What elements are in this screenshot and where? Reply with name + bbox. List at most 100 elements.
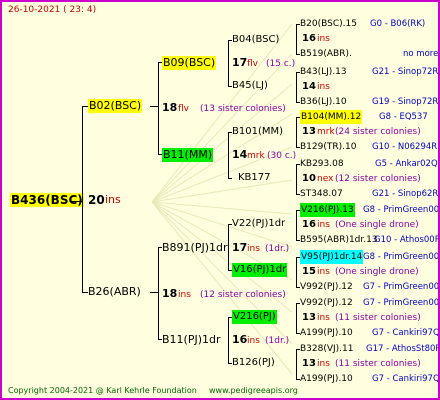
gen1-insemination: ins [178,290,191,300]
gen2-colony-id[interactable]: B09(BSC) [162,56,217,70]
gen4-generation: 13 [302,358,316,369]
gen4-generation: 13 [302,312,316,323]
gen4-sire-lineage: G7 - PrimGreen00 [363,298,440,308]
gen4-sire-id[interactable]: B20(BSC).15 [300,17,357,31]
gen2-insemination: flv [247,59,258,69]
gen1-insemination: flv [178,104,189,114]
root-colony-id[interactable]: B436(BSC) [10,193,84,207]
connector-vertical [296,24,297,54]
gen4-dam-lineage: G19 - Sinop72R [372,97,439,107]
connector-vertical [228,132,229,178]
gen4-sister-note: (One single drone) [335,220,419,230]
gen2-sister-note: (15 c.) [266,59,296,69]
gen3-colony-id[interactable]: V22(PJ)1dr [232,217,285,231]
gen4-sire-lineage: G8 - PrimGreen00 [363,252,440,262]
gen3-colony-id[interactable]: B04(BSC) [232,33,279,47]
gen4-dam-lineage: G21 - Sinop62R [372,189,439,199]
gen2-colony-id[interactable]: B11(PJ)1dr [162,333,221,347]
gen4-sire-id[interactable]: B104(MM).12 [300,110,363,124]
gen1-colony-id[interactable]: B26(ABR) [88,285,141,299]
gen4-dam-lineage: no more [403,49,439,59]
connector-vertical [296,349,297,379]
date-stamp: 26-10-2021 ( 23: 4) [8,5,97,15]
gen4-sire-lineage: G8 - EQ537 [379,112,428,122]
gen4-sire-id[interactable]: V992(PJ).12 [300,296,353,310]
gen4-sire-id[interactable]: B328(VJ).11 [300,342,354,356]
gen2-generation: 16 [232,333,248,346]
connector-branch [228,178,232,179]
gen4-dam-id[interactable]: B129(TR).10 [300,140,356,154]
gen2-sister-note: (30 c.) [267,151,297,161]
gen4-sire-id[interactable]: B43(LJ).13 [300,65,347,79]
gen4-sire-lineage: G0 - B06(RK) [370,19,426,29]
root-insemination: ins [105,193,121,206]
gen4-insemination: ins [317,220,330,230]
gen2-insemination: mrk [247,151,265,161]
gen4-insemination: ins [317,313,330,323]
gen4-dam-lineage: G7 - Cankiri97Q [372,374,440,384]
gen4-insemination: ins [317,267,330,277]
connector-vertical [296,257,297,287]
connector-vertical [296,164,297,194]
gen4-sister-note: (11 sister colonies) [335,359,421,369]
gen2-generation: 17 [232,241,248,254]
gen4-insemination: ins [317,359,330,369]
gen4-sire-lineage: G17 - AthosSt80R [366,344,440,354]
gen4-dam-lineage: G7 - PrimGreen00 [363,282,440,292]
gen4-generation: 15 [302,266,316,277]
connector-vertical [228,317,229,363]
gen4-sister-note: (11 sister colonies) [335,313,421,323]
connector-vertical [296,303,297,333]
connector-gen1a [150,106,158,107]
gen4-dam-id[interactable]: A199(PJ).10 [300,372,353,386]
gen4-dam-id[interactable]: V992(PJ).12 [300,280,353,294]
gen4-generation: 10 [302,173,316,184]
gen1-colony-id[interactable]: B02(BSC) [88,99,143,113]
connector-gen1a-vertical [158,62,159,154]
gen3-colony-id[interactable]: B101(MM) [232,125,283,139]
gen3-colony-id[interactable]: V16(PJ)1dr [232,263,288,277]
root-generation: 20 [88,193,105,207]
gen1-generation: 18 [162,287,178,300]
gen2-colony-id[interactable]: B11(MM) [162,148,214,162]
gen4-generation: 16 [302,219,316,230]
connector-gen1b [150,292,158,293]
site-link[interactable]: www.pedigreeapis.org [209,384,298,398]
gen4-generation: 16 [302,33,316,44]
pedigree-panel: 26-10-2021 ( 23: 4) B436(BSC) 20 ins B02… [0,0,440,400]
gen4-sire-lineage: G21 - Sinop72R [372,67,439,77]
gen4-sire-id[interactable]: V216(PJ).13 [300,203,355,217]
gen4-dam-id[interactable]: ST348.07 [300,187,343,201]
gen4-dam-lineage: G7 - Cankiri97Q [372,328,440,338]
gen4-sire-id[interactable]: V95(PJ)1dr.14 [300,250,364,264]
gen4-insemination: mrk [317,127,335,137]
gen2-generation: 17 [232,56,248,69]
connector-vertical [296,72,297,102]
gen4-insemination: nex [317,174,334,184]
gen3-colony-id[interactable]: B45(LJ) [232,79,268,93]
gen4-dam-id[interactable]: A199(PJ).10 [300,326,353,340]
gen4-sire-lineage: G8 - PrimGreen00 [363,205,440,215]
connector-gen1b-vertical [158,247,159,339]
gen4-dam-lineage: G10 - Athos00R [374,235,440,245]
gen4-insemination: ins [317,82,330,92]
gen3-colony-id[interactable]: B126(PJ) [232,356,275,370]
connector-vertical [228,40,229,86]
gen2-insemination: ins [247,244,260,254]
gen1-generation: 18 [162,101,178,114]
connector-vertical [296,210,297,240]
gen4-sire-id[interactable]: KB293.08 [300,157,344,171]
gen4-sister-note: (24 sister colonies) [335,127,421,137]
gen4-dam-lineage: G10 - N06294R [372,142,438,152]
gen4-dam-id[interactable]: B519(ABR). [300,47,352,61]
gen2-colony-id[interactable]: B891(PJ)1dr [162,241,228,255]
gen4-dam-id[interactable]: B595(ABR)1dr.13 [300,233,378,247]
gen4-insemination: ins [317,34,330,44]
gen2-insemination: ins [247,336,260,346]
gen3-colony-id[interactable]: V216(PJ) [232,310,277,324]
connector-vertical [296,117,297,147]
gen4-sire-lineage: G5 - Ankar02Q [375,159,438,169]
gen4-dam-id[interactable]: B36(LJ).10 [300,95,347,109]
connector-vertical [228,224,229,270]
gen3-colony-id[interactable]: KB177 [238,171,271,185]
